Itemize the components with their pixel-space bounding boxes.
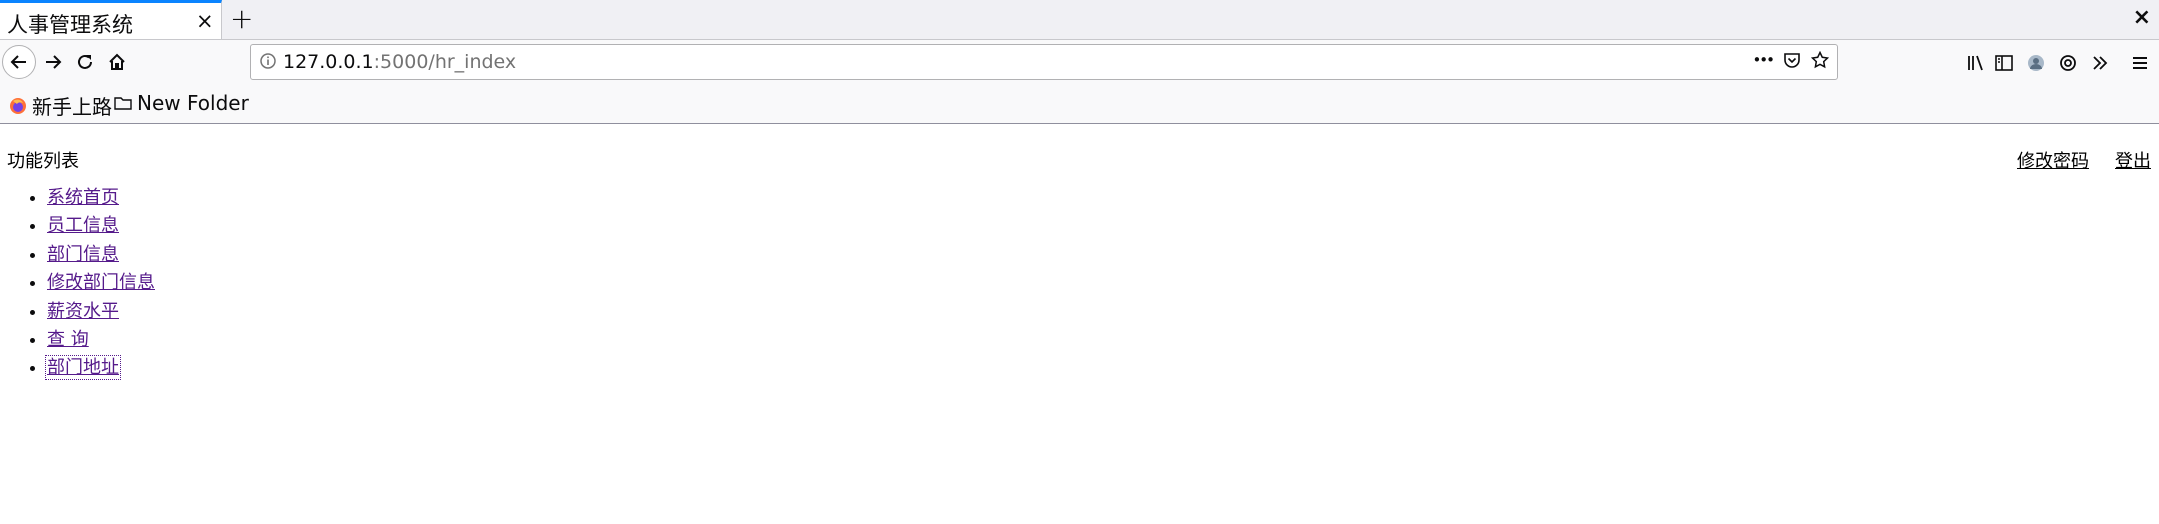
library-button[interactable] — [1961, 48, 1991, 78]
list-item: 员工信息 — [47, 212, 155, 240]
account-button[interactable] — [2021, 48, 2051, 78]
sidebar-icon — [1995, 55, 2013, 71]
window-close-button[interactable]: × — [2133, 5, 2151, 30]
tab-title: 人事管理系统 — [7, 13, 133, 37]
reload-button[interactable] — [68, 45, 102, 79]
arrow-right-icon — [46, 55, 62, 69]
url-bar[interactable]: 127.0.0.1:5000/hr_index ••• — [250, 44, 1838, 80]
pocket-icon[interactable] — [1783, 51, 1801, 69]
url-host: 127.0.0.1 — [283, 51, 374, 73]
bookmark-getting-started[interactable]: 新手上路 — [9, 91, 112, 120]
menu-link-departments[interactable]: 部门信息 — [47, 244, 119, 265]
info-icon[interactable] — [259, 52, 277, 74]
list-item: 系统首页 — [47, 184, 155, 212]
list-item: 修改部门信息 — [47, 269, 155, 297]
arrow-left-icon — [10, 55, 26, 69]
firefox-icon — [10, 97, 26, 114]
list-item: 部门信息 — [47, 241, 155, 269]
list-item: 查 询 — [47, 326, 155, 354]
bookmarks-toolbar: 新手上路 New Folder — [0, 87, 2159, 124]
url-actions: ••• — [1752, 51, 1829, 69]
chevron-double-right-icon — [2093, 56, 2108, 70]
url-text[interactable]: 127.0.0.1:5000/hr_index — [283, 51, 516, 73]
menu-link-salary[interactable]: 薪资水平 — [47, 301, 119, 322]
extension-icon — [2060, 55, 2076, 71]
menu-link-query[interactable]: 查 询 — [47, 329, 89, 350]
home-button[interactable] — [100, 45, 134, 79]
page-title: 功能列表 — [7, 151, 79, 172]
folder-icon — [114, 97, 132, 110]
new-tab-button[interactable]: + — [230, 2, 253, 35]
menu-link-department-address[interactable]: 部门地址 — [45, 355, 121, 381]
hamburger-menu-icon — [2133, 57, 2147, 69]
navigation-toolbar: 127.0.0.1:5000/hr_index ••• — [0, 40, 2159, 87]
list-item: 部门地址 — [45, 354, 155, 382]
sidebar-button[interactable] — [1989, 48, 2019, 78]
url-path: :5000/hr_index — [373, 51, 517, 73]
tab-close-icon[interactable]: × — [196, 9, 214, 33]
overflow-menu-button[interactable] — [2085, 48, 2115, 78]
more-actions-icon[interactable]: ••• — [1752, 51, 1775, 69]
menu-link-employees[interactable]: 员工信息 — [47, 215, 119, 236]
bookmark-label: 新手上路 — [32, 95, 112, 119]
app-menu-button[interactable] — [2125, 48, 2155, 78]
list-item: 薪资水平 — [47, 298, 155, 326]
menu-link-edit-department[interactable]: 修改部门信息 — [47, 272, 155, 293]
library-icon — [1968, 55, 1983, 71]
bookmark-label: New Folder — [137, 91, 249, 115]
avatar-icon — [2028, 55, 2044, 71]
change-password-link[interactable]: 修改密码 — [1991, 151, 2089, 172]
logout-link[interactable]: 登出 — [2089, 151, 2151, 172]
tab-active[interactable]: 人事管理系统 × — [0, 0, 222, 39]
tab-strip: 人事管理系统 × + × — [0, 0, 2159, 40]
page-content: 功能列表 修改密码登出 系统首页 员工信息 部门信息 修改部门信息 薪资水平 查… — [0, 124, 2159, 524]
top-links: 修改密码 登出 — [1991, 147, 2151, 173]
extension-button[interactable] — [2053, 48, 2083, 78]
star-icon[interactable] — [1811, 51, 1829, 69]
reload-icon — [78, 54, 92, 69]
home-icon — [109, 53, 125, 70]
function-menu: 系统首页 员工信息 部门信息 修改部门信息 薪资水平 查 询 部门地址 — [21, 184, 155, 383]
back-button[interactable] — [2, 45, 36, 79]
forward-button[interactable] — [36, 45, 70, 79]
menu-link-home[interactable]: 系统首页 — [47, 187, 119, 208]
bookmark-new-folder[interactable]: New Folder — [114, 91, 249, 115]
